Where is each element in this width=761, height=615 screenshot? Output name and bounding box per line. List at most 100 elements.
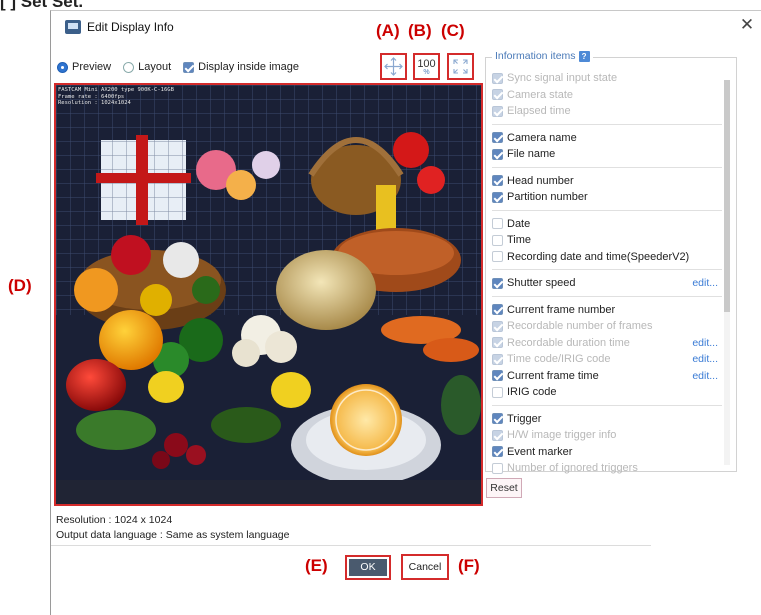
information-items-panel: Information items ? Sync signal input st…	[485, 50, 737, 474]
info-item-checkbox[interactable]	[492, 304, 503, 316]
group-separator	[492, 295, 722, 297]
info-item-row[interactable]: Recording date and time(SpeederV2)	[492, 249, 722, 266]
info-item-checkbox[interactable]	[492, 251, 503, 263]
cancel-button[interactable]: Cancel	[401, 554, 449, 580]
view-options-row: Preview Layout Display inside image	[57, 59, 307, 75]
info-item-row[interactable]: Head number	[492, 173, 722, 190]
fit-button[interactable]	[447, 53, 474, 80]
info-item-checkbox[interactable]	[492, 370, 503, 382]
info-item-label: IRIG code	[507, 386, 557, 399]
zoom-button[interactable]: 100 %	[413, 53, 440, 80]
info-item-label: Shutter speed	[507, 277, 576, 290]
zoom-unit: %	[423, 69, 430, 76]
info-item-checkbox	[492, 320, 503, 332]
info-item-row: Camera state	[492, 87, 722, 104]
info-item-row: Sync signal input state	[492, 70, 722, 87]
info-item-label: Camera name	[507, 131, 577, 144]
info-item-label: Trigger	[507, 412, 542, 425]
group-separator	[492, 209, 722, 211]
food-photo	[56, 85, 481, 504]
scrollbar-thumb[interactable]	[724, 80, 730, 312]
layout-label[interactable]: Layout	[138, 61, 171, 73]
info-item-row[interactable]: Time	[492, 232, 722, 249]
info-item-row[interactable]: Trigger	[492, 411, 722, 428]
info-item-row[interactable]: Partition number	[492, 189, 722, 206]
info-item-label: Camera state	[507, 88, 574, 101]
display-inside-image-checkbox[interactable]	[183, 61, 195, 73]
ok-button[interactable]: OK	[349, 559, 387, 576]
fit-to-window-icon	[453, 59, 468, 74]
info-item-label: Recordable number of frames	[507, 320, 653, 333]
info-item-row[interactable]: File name	[492, 146, 722, 163]
info-item-checkbox	[492, 337, 503, 349]
layout-radio[interactable]	[123, 61, 135, 73]
edit-link[interactable]: edit...	[692, 370, 718, 382]
info-item-checkbox	[492, 429, 503, 441]
info-item-checkbox[interactable]	[492, 386, 503, 398]
scrollbar[interactable]	[724, 80, 730, 465]
close-icon[interactable]: ✕	[738, 16, 756, 34]
info-item-label: Time	[507, 234, 532, 247]
edit-link[interactable]: edit...	[692, 353, 718, 365]
info-item-checkbox[interactable]	[492, 175, 503, 187]
info-item-checkbox[interactable]	[492, 277, 503, 289]
edit-display-info-dialog: Edit Display Info ✕ (A) (B) (C) (D) (E) …	[8, 10, 761, 615]
info-item-checkbox	[492, 462, 503, 474]
group-separator	[492, 166, 722, 168]
info-item-row[interactable]: IRIG code	[492, 384, 722, 401]
info-item-checkbox[interactable]	[492, 191, 503, 203]
info-item-checkbox	[492, 89, 503, 101]
window-title: Edit Display Info	[87, 20, 174, 34]
info-item-checkbox[interactable]	[492, 218, 503, 230]
ok-button-highlight[interactable]: OK	[345, 555, 391, 580]
move-button[interactable]	[380, 53, 407, 80]
callout-b: (B)	[408, 21, 432, 40]
overlay-line-resolution: Resolution : 1024x1024	[58, 100, 131, 106]
info-item-checkbox[interactable]	[492, 446, 503, 458]
info-item-row[interactable]: Camera name	[492, 130, 722, 147]
information-items-header: Information items ?	[492, 50, 593, 62]
info-item-checkbox	[492, 353, 503, 365]
info-item-row[interactable]: Event marker	[492, 444, 722, 461]
info-item-label: Elapsed time	[507, 105, 571, 118]
info-item-checkbox[interactable]	[492, 413, 503, 425]
info-item-checkbox	[492, 105, 503, 117]
group-separator	[492, 123, 722, 125]
reset-button[interactable]: Reset	[486, 478, 522, 498]
info-item-row: Elapsed time	[492, 103, 722, 120]
info-item-row[interactable]: Current frame number	[492, 302, 722, 319]
callout-e: (E)	[305, 556, 328, 575]
info-item-row: Time code/IRIG code edit...	[492, 351, 722, 368]
help-icon[interactable]: ?	[578, 50, 590, 62]
info-item-row[interactable]: Date	[492, 216, 722, 233]
info-item-row[interactable]: Current frame time edit...	[492, 368, 722, 385]
callout-c: (C)	[441, 21, 465, 40]
edit-link[interactable]: edit...	[692, 277, 718, 289]
information-items-list: Sync signal input state Camera state Elaps…	[492, 70, 722, 477]
display-inside-image-label[interactable]: Display inside image	[198, 61, 299, 73]
info-item-checkbox[interactable]	[492, 148, 503, 160]
info-item-label: Partition number	[507, 191, 588, 204]
preview-radio[interactable]	[57, 61, 68, 73]
overlay-line-camera: FASTCAM Mini AX200 type 900K-C-16GB	[58, 87, 174, 93]
app-icon	[65, 20, 81, 34]
image-preview[interactable]: FASTCAM Mini AX200 type 900K-C-16GB Fram…	[54, 83, 483, 506]
info-item-row: Recordable duration time edit...	[492, 335, 722, 352]
resolution-status: Resolution : 1024 x 1024	[56, 514, 173, 526]
info-item-checkbox[interactable]	[492, 132, 503, 144]
info-item-row: Recordable number of frames	[492, 318, 722, 335]
move-arrows-icon	[384, 57, 403, 76]
edit-link[interactable]: edit...	[692, 337, 718, 349]
info-item-label: Time code/IRIG code	[507, 353, 611, 366]
info-item-row[interactable]: Shutter speed edit...	[492, 275, 722, 292]
info-item-label: Sync signal input state	[507, 72, 618, 85]
divider	[51, 545, 651, 546]
info-item-label: Current frame time	[507, 369, 599, 382]
callout-a: (A)	[376, 21, 400, 40]
group-separator	[492, 404, 722, 406]
callout-f: (F)	[458, 556, 480, 575]
info-item-row: H/W image trigger info	[492, 427, 722, 444]
info-item-checkbox[interactable]	[492, 234, 503, 246]
overlay-line-frame-rate: Frame rate : 6400fps	[58, 93, 125, 100]
preview-label[interactable]: Preview	[72, 61, 111, 73]
